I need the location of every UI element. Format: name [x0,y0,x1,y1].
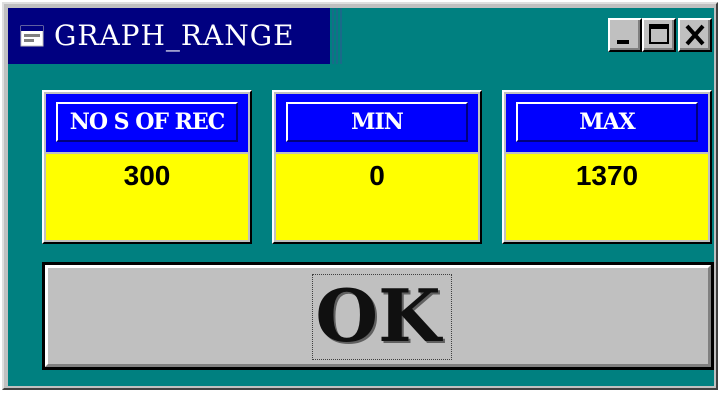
min-label: MIN [286,102,468,142]
app-window-icon [20,25,44,47]
ok-button-face: OK [45,265,711,367]
title-bar[interactable]: GRAPH_RANGE [8,8,714,64]
ok-button[interactable]: OK [42,262,714,370]
close-button[interactable] [678,18,712,52]
min-header: MIN [276,94,478,152]
minimize-icon [617,40,629,44]
records-label: NO S OF REC [56,102,238,142]
records-panel: NO S OF REC 300 [42,90,252,244]
ok-button-label: OK [315,273,441,358]
window-title: GRAPH_RANGE [54,19,295,52]
minimize-button[interactable] [608,18,642,52]
title-bar-active-region: GRAPH_RANGE [8,8,330,64]
desktop-edge [718,0,726,396]
max-value[interactable]: 1370 [506,154,708,240]
max-label: MAX [516,102,698,142]
client-area: NO S OF REC 300 MIN 0 MAX 1370 OK [8,64,714,386]
min-value[interactable]: 0 [276,154,478,240]
records-header: NO S OF REC [46,94,248,152]
maximize-button[interactable] [642,18,676,52]
maximize-icon [649,24,669,44]
min-panel: MIN 0 [272,90,482,244]
close-icon [685,24,705,46]
max-panel: MAX 1370 [502,90,712,244]
max-header: MAX [506,94,708,152]
title-bar-divider [330,8,342,64]
records-value[interactable]: 300 [46,154,248,240]
graph-range-window: GRAPH_RANGE NO S OF REC 300 MIN 0 MAX 13… [2,2,718,390]
